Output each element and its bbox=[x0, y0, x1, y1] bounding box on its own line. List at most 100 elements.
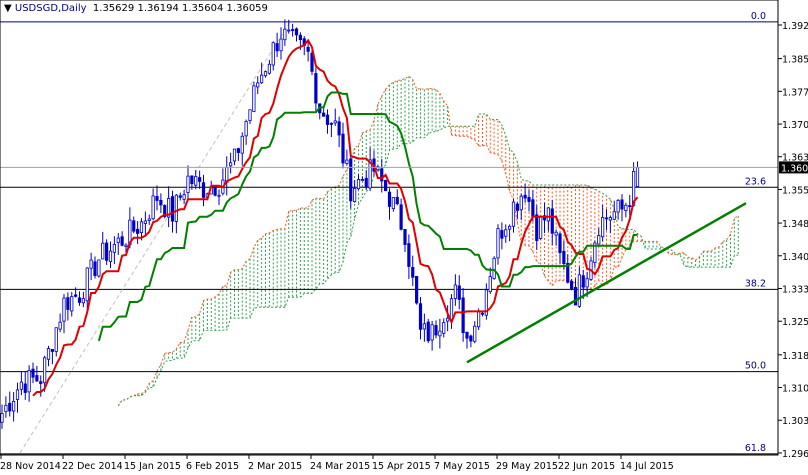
candle-body bbox=[31, 368, 35, 378]
candle-body bbox=[550, 208, 554, 234]
ohlc-high: 1.36194 bbox=[137, 3, 179, 14]
y-tick-label: 1.38520 bbox=[782, 55, 808, 66]
candle-body bbox=[260, 74, 264, 84]
candle-body bbox=[19, 381, 23, 390]
candle-body bbox=[434, 325, 438, 336]
candle-body bbox=[279, 38, 283, 52]
candle-body bbox=[620, 199, 624, 210]
x-tick-label: 28 Nov 2014 bbox=[0, 461, 61, 472]
candle-body bbox=[554, 231, 558, 236]
candle-body bbox=[155, 196, 159, 201]
candle-body bbox=[612, 211, 616, 220]
candle-body bbox=[287, 29, 291, 32]
candle-body bbox=[85, 267, 89, 302]
candle-body bbox=[562, 250, 566, 264]
candle-body bbox=[399, 204, 403, 230]
candle-body bbox=[624, 204, 628, 211]
candle-body bbox=[240, 135, 244, 154]
candle-body bbox=[35, 375, 39, 382]
candle-body bbox=[62, 297, 66, 322]
candle-body bbox=[457, 285, 461, 300]
price-axis: 1.392801.385201.377801.370401.363001.355… bbox=[778, 21, 808, 460]
candle-body bbox=[74, 294, 78, 297]
fib-label-50.0: 50.0 bbox=[745, 361, 766, 372]
y-tick-label: 1.37040 bbox=[782, 120, 808, 131]
fib-label-61.8: 61.8 bbox=[745, 443, 766, 454]
candle-body bbox=[403, 228, 407, 245]
candle-body bbox=[201, 182, 206, 198]
y-tick-label: 1.29600 bbox=[782, 449, 808, 460]
candle-body bbox=[508, 225, 512, 230]
candle-body bbox=[97, 259, 101, 277]
candle-body bbox=[349, 158, 353, 202]
x-tick-label: 15 Jan 2015 bbox=[124, 461, 181, 472]
candle-body bbox=[15, 389, 20, 400]
price-chart[interactable]: 0.0 23.6 38.2 50.0 61.8 1.39280 1.38520 1.37780… bbox=[0, 0, 808, 475]
y-tick-label: 1.35560 bbox=[782, 185, 808, 196]
candle-body bbox=[628, 205, 632, 208]
candle-body bbox=[341, 133, 345, 164]
candle-body bbox=[101, 242, 105, 260]
candle-body bbox=[581, 275, 585, 288]
ohlc-close: 1.36059 bbox=[226, 3, 268, 14]
candle-body bbox=[39, 381, 43, 384]
candle-body bbox=[360, 179, 364, 181]
candle-body bbox=[333, 120, 337, 124]
candle-body bbox=[585, 278, 589, 288]
candle-body bbox=[283, 28, 287, 41]
candle-body bbox=[8, 402, 12, 412]
y-tick-label: 1.37780 bbox=[782, 87, 808, 98]
candle-body bbox=[271, 42, 275, 66]
candle-body bbox=[89, 259, 93, 269]
x-tick-label: 24 Mar 2015 bbox=[310, 461, 370, 472]
candle-body bbox=[461, 297, 465, 334]
candle-body bbox=[535, 214, 539, 241]
candle-body bbox=[147, 218, 151, 221]
collapse-triangle-icon[interactable]: ▼ bbox=[4, 3, 12, 14]
candle-body bbox=[488, 276, 492, 293]
candle-body bbox=[539, 215, 543, 239]
y-tick-label: 1.31820 bbox=[782, 351, 808, 362]
candle-body bbox=[23, 383, 27, 393]
candle-body bbox=[577, 274, 581, 307]
candle-body bbox=[422, 323, 426, 330]
candle-body bbox=[438, 330, 442, 337]
candle-body bbox=[546, 207, 550, 222]
candle-body bbox=[523, 194, 527, 199]
candle-body bbox=[345, 159, 349, 164]
fib-label-38.2: 38.2 bbox=[745, 278, 766, 289]
candle-body bbox=[132, 220, 136, 232]
candle-body bbox=[124, 244, 128, 247]
candle-body bbox=[616, 200, 620, 213]
symbol-timeframe: USDSGD,Daily bbox=[14, 3, 87, 14]
candle-body bbox=[635, 167, 640, 187]
candle-body bbox=[325, 114, 330, 125]
candle-body bbox=[430, 324, 434, 341]
candle-body bbox=[236, 148, 240, 153]
y-tick-label: 1.32580 bbox=[782, 317, 808, 328]
candle-body bbox=[480, 312, 485, 315]
candle-body bbox=[112, 244, 116, 253]
chart-header: ▼ USDSGD,Daily 1.35629 1.36194 1.35604 1… bbox=[4, 3, 268, 14]
ohlc-low: 1.35604 bbox=[182, 3, 224, 14]
x-tick-label: 15 Apr 2015 bbox=[372, 461, 431, 472]
candle-body bbox=[519, 195, 523, 211]
candle-body bbox=[77, 297, 82, 303]
candle-body bbox=[159, 199, 163, 206]
ohlc-open: 1.35629 bbox=[92, 3, 135, 14]
candle-body bbox=[66, 297, 70, 310]
candle-body bbox=[46, 348, 51, 360]
time-axis: 28 Nov 2014 22 Dec 2014 15 Jan 2015 6 Feb 2… bbox=[0, 455, 674, 472]
candle-body bbox=[248, 109, 252, 121]
candle-body bbox=[54, 327, 58, 352]
candle-body bbox=[601, 217, 605, 238]
candle-body bbox=[174, 194, 178, 222]
x-tick-label: 6 Feb 2015 bbox=[186, 461, 239, 472]
candle-body bbox=[93, 261, 97, 276]
candle-body bbox=[504, 229, 508, 237]
y-tick-label: 1.34060 bbox=[782, 252, 808, 263]
candle-body bbox=[190, 175, 194, 185]
candle-body bbox=[426, 321, 430, 342]
candle-body bbox=[387, 191, 392, 207]
candle-body bbox=[364, 177, 368, 188]
